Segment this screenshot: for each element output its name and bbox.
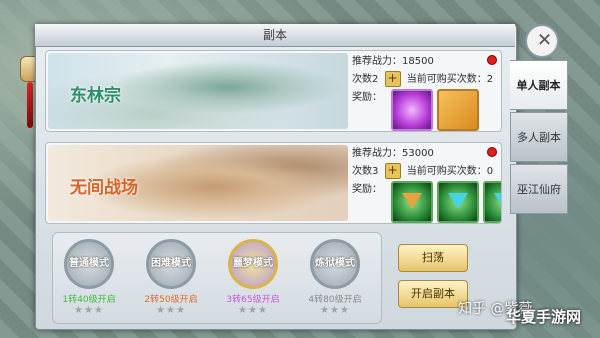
dungeon-card[interactable]: 东林宗 推荐战力：18500 次数2 + 当前可购买次数：2 奖励： xyxy=(45,50,502,132)
mode-medal-icon: 普通模式 xyxy=(64,239,114,289)
difficulty-modes: 普通模式 1转40级开启 ★★★ 困难模式 2转50级开启 ★★★ 噩梦模式 3… xyxy=(52,232,382,324)
reward-label: 奖励： xyxy=(352,92,382,103)
alert-dot xyxy=(487,55,497,65)
dungeon-card[interactable]: 无间战场 推荐战力：53000 次数3 + 当前可购买次数：0 奖励： xyxy=(45,142,502,224)
times-label: 次数3 xyxy=(352,166,379,177)
mode-normal[interactable]: 普通模式 1转40级开启 ★★★ xyxy=(59,239,119,316)
buy-count-label: 当前可购买次数：2 xyxy=(406,74,494,85)
power-label: 推荐战力： xyxy=(352,56,402,67)
sweep-button[interactable]: 扫荡 xyxy=(398,244,468,272)
orange-triangle-gem-icon[interactable] xyxy=(391,181,433,223)
dungeon-name: 东林宗 xyxy=(70,86,121,106)
lantern-tassel xyxy=(27,82,33,128)
mode-label: 普通模式 xyxy=(69,258,109,269)
mode-label: 炼狱模式 xyxy=(315,258,355,269)
tab-single-dungeon[interactable]: 单人副本 xyxy=(510,60,568,110)
mode-requirement: 2转50级开启 xyxy=(144,295,198,305)
mode-purgatory[interactable]: 炼狱模式 4转80级开启 ★★★ xyxy=(305,239,365,316)
panel-title: 副本 xyxy=(262,28,287,42)
mode-label: 噩梦模式 xyxy=(233,258,273,269)
times-label: 次数2 xyxy=(352,74,379,85)
dungeon-tabs: 单人副本 多人副本 巫江仙府 xyxy=(510,60,568,216)
mode-requirement: 4转80级开启 xyxy=(308,295,362,305)
mode-stars: ★★★ xyxy=(156,305,186,316)
mode-medal-icon: 噩梦模式 xyxy=(228,239,278,289)
purple-orb-reward-icon[interactable] xyxy=(391,89,433,131)
tab-label: 巫江仙府 xyxy=(517,183,561,196)
reward-list xyxy=(391,89,479,131)
cyan-triangle-gem-icon[interactable] xyxy=(437,181,479,223)
tab-label: 多人副本 xyxy=(517,131,561,144)
mode-requirement: 3转65级开启 xyxy=(226,295,280,305)
panel-titlebar: 副本 xyxy=(35,24,515,47)
add-times-button[interactable]: + xyxy=(384,71,401,87)
mode-stars: ★★★ xyxy=(320,305,350,316)
mode-label: 困难模式 xyxy=(151,258,191,269)
reward-list xyxy=(391,181,501,223)
dungeon-name: 无间战场 xyxy=(70,178,138,198)
mode-nightmare[interactable]: 噩梦模式 3转65级开启 ★★★ xyxy=(223,239,283,316)
tab-multi-dungeon[interactable]: 多人副本 xyxy=(510,112,568,162)
mode-stars: ★★★ xyxy=(238,305,268,316)
buy-count-label: 当前可购买次数：0 xyxy=(406,166,494,177)
mode-stars: ★★★ xyxy=(74,305,104,316)
mode-medal-icon: 炼狱模式 xyxy=(310,239,360,289)
reward-label: 奖励： xyxy=(352,184,382,195)
tab-label: 单人副本 xyxy=(516,79,561,92)
power-value: 18500 xyxy=(402,56,434,67)
tab-wujiang-palace[interactable]: 巫江仙府 xyxy=(510,164,568,214)
power-label: 推荐战力： xyxy=(352,148,402,159)
cyan-triangle-gem-icon[interactable] xyxy=(483,181,501,223)
power-value: 53000 xyxy=(402,148,434,159)
mode-requirement: 1转40级开启 xyxy=(62,295,116,305)
gold-scroll-reward-icon[interactable] xyxy=(437,89,479,131)
alert-dot xyxy=(487,147,497,157)
add-times-button[interactable]: + xyxy=(384,163,401,179)
site-logo: 华夏手游网 xyxy=(506,308,582,326)
close-icon: ✕ xyxy=(533,32,555,48)
mode-medal-icon: 困难模式 xyxy=(146,239,196,289)
mode-hard[interactable]: 困难模式 2转50级开启 ★★★ xyxy=(141,239,201,316)
